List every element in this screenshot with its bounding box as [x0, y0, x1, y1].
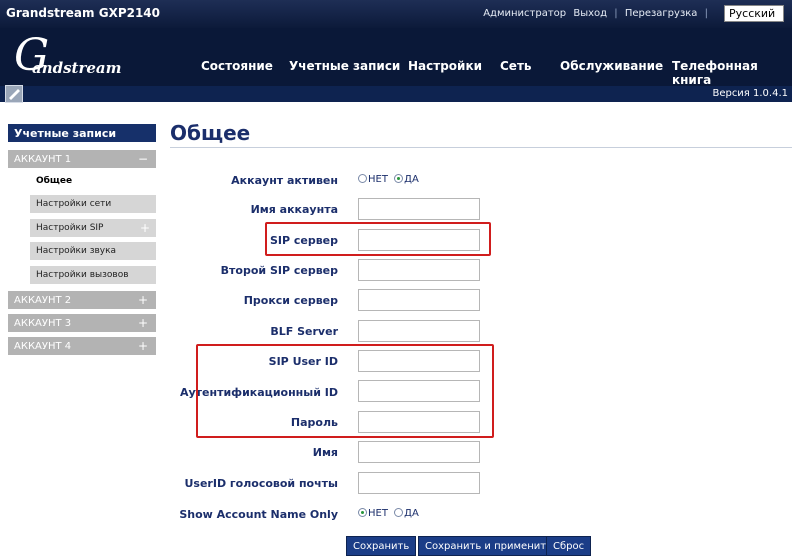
device-model: Grandstream GXP2140: [6, 6, 161, 20]
account-active-radios: НЕТ ДА: [358, 174, 419, 185]
highlight-box-credentials: [196, 344, 494, 438]
logout-link[interactable]: Выход: [571, 8, 609, 19]
sidebar-header[interactable]: Учетные записи: [8, 124, 156, 142]
nav-status[interactable]: Состояние: [201, 59, 273, 73]
reset-button[interactable]: Сброс: [546, 536, 592, 556]
account-name-label: Имя аккаунта: [250, 203, 338, 216]
account-name-input[interactable]: [358, 198, 480, 220]
highlight-box-sip-server: [265, 222, 491, 256]
proxy-server-label: Прокси сервер: [243, 294, 338, 307]
proxy-server-input[interactable]: [358, 289, 480, 311]
expand-icon: +: [139, 221, 150, 235]
sidebar-account-4[interactable]: АККАУНТ 4 +: [8, 337, 156, 355]
expand-icon: +: [137, 339, 148, 353]
sidebar-item-sip-settings[interactable]: Настройки SIP +: [30, 219, 156, 237]
blf-server-input[interactable]: [358, 320, 480, 342]
radio-yes-label: ДА: [404, 174, 419, 185]
show-account-name-only-label: Show Account Name Only: [179, 508, 338, 521]
nav-maintenance[interactable]: Обслуживание: [560, 59, 663, 73]
expand-icon: +: [137, 316, 148, 330]
show-account-name-radios: НЕТ ДА: [358, 508, 419, 519]
nav-phonebook[interactable]: Телефонная книга: [672, 59, 792, 87]
link-separator: |: [614, 8, 618, 19]
sidebar-item-network-settings[interactable]: Настройки сети: [30, 195, 156, 213]
header-links: Администратор Выход | Перезагрузка |: [481, 8, 710, 19]
grandstream-logo: G andstream: [8, 30, 122, 81]
account-1-label: АККАУНТ 1: [14, 154, 72, 165]
nav-accounts[interactable]: Учетные записи: [289, 59, 400, 73]
second-sip-server-input[interactable]: [358, 259, 480, 281]
radio-no-icon[interactable]: [358, 508, 367, 517]
blf-server-label: BLF Server: [270, 325, 338, 338]
second-sip-server-label: Второй SIP сервер: [220, 264, 338, 277]
title-divider: [170, 147, 792, 148]
sub-bar: [0, 86, 792, 102]
sidebar-item-call-settings[interactable]: Настройки вызовов: [30, 266, 156, 284]
radio-no-label: НЕТ: [368, 174, 388, 185]
account-active-label: Аккаунт активен: [231, 174, 338, 187]
main-nav: G andstream Состояние Учетные записи Нас…: [0, 28, 792, 87]
nav-network[interactable]: Сеть: [500, 59, 532, 73]
account-3-label: АККАУНТ 3: [14, 318, 72, 329]
collapse-icon: −: [137, 152, 148, 166]
name-label: Имя: [312, 446, 338, 459]
nav-settings[interactable]: Настройки: [408, 59, 482, 73]
expand-icon: +: [137, 293, 148, 307]
sidebar-item-general[interactable]: Общее: [30, 172, 156, 190]
radio-yes-icon[interactable]: [394, 174, 404, 183]
name-input[interactable]: [358, 441, 480, 463]
account-2-label: АККАУНТ 2: [14, 295, 72, 306]
link-separator: |: [704, 8, 708, 19]
sidebar-account-3[interactable]: АККАУНТ 3 +: [8, 314, 156, 332]
radio-no-icon[interactable]: [358, 174, 367, 183]
admin-link[interactable]: Администратор: [481, 8, 568, 19]
logo-text: andstream: [32, 59, 122, 77]
language-select[interactable]: Русский: [724, 5, 784, 22]
reboot-link[interactable]: Перезагрузка: [623, 8, 700, 19]
page-title: Общее: [170, 121, 251, 145]
sip-settings-label: Настройки SIP: [36, 223, 104, 233]
firmware-version: Версия 1.0.4.1: [712, 88, 788, 99]
voicemail-userid-input[interactable]: [358, 472, 480, 494]
radio-yes-label: ДА: [404, 508, 419, 519]
radio-yes-icon[interactable]: [394, 508, 404, 517]
top-bar: Grandstream GXP2140 Администратор Выход …: [0, 0, 792, 28]
voicemail-userid-label: UserID голосовой почты: [184, 477, 338, 490]
save-button[interactable]: Сохранить: [346, 536, 417, 556]
account-4-label: АККАУНТ 4: [14, 341, 72, 352]
sidebar-account-1[interactable]: АККАУНТ 1 −: [8, 150, 156, 168]
sidebar-account-2[interactable]: АККАУНТ 2 +: [8, 291, 156, 309]
sidebar-item-audio-settings[interactable]: Настройки звука: [30, 242, 156, 260]
save-apply-button[interactable]: Сохранить и применить: [418, 536, 559, 556]
radio-no-label: НЕТ: [368, 508, 388, 519]
phone-icon[interactable]: [5, 85, 23, 103]
